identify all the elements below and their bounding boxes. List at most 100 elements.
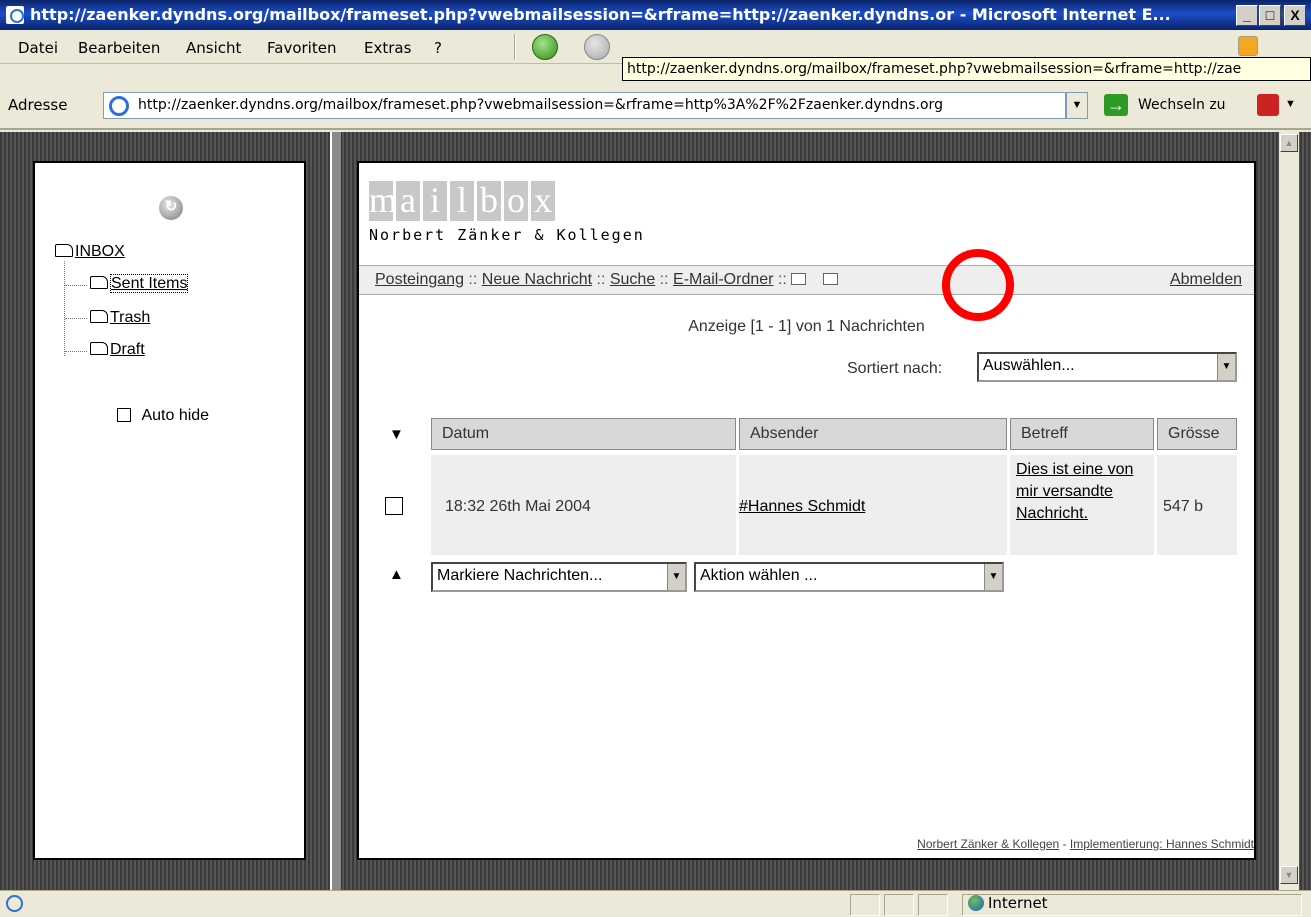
sort-asc-icon[interactable]: ▲ [389, 566, 404, 583]
menu-help[interactable]: ? [434, 39, 442, 57]
maximize-button[interactable]: □ [1259, 5, 1281, 26]
menu-ansicht[interactable]: Ansicht [186, 39, 241, 57]
status-pane [918, 894, 948, 916]
nav-separator: :: [596, 271, 606, 288]
scroll-up-icon[interactable]: ▲ [1280, 134, 1298, 152]
address-url: http://zaenker.dyndns.org/mailbox/frames… [138, 97, 943, 113]
message-count: Anzeige [1 - 1] von 1 Nachrichten [688, 318, 925, 335]
message-date: 18:32 26th Mai 2004 [431, 455, 736, 555]
menu-bearbeiten[interactable]: Bearbeiten [78, 39, 160, 57]
message-sender-link[interactable]: #Hannes Schmidt [739, 498, 865, 515]
message-checkbox[interactable] [385, 497, 403, 515]
folder-frame: ↻ INBOX Sent Items Trash Draft Auto hide [33, 161, 306, 860]
status-pane [850, 894, 880, 916]
footer-impl-link[interactable]: Implementierung: Hannes Schmidt [1070, 837, 1254, 851]
mark-messages-select[interactable]: Markiere Nachrichten... ▼ [431, 562, 687, 592]
page-status-icon [6, 895, 23, 912]
tree-branch [65, 285, 87, 286]
sort-desc-icon[interactable]: ▼ [389, 426, 404, 443]
nav-new-message-link[interactable]: Neue Nachricht [482, 271, 592, 288]
footer-company-link[interactable]: Norbert Zänker & Kollegen [917, 837, 1059, 851]
folder-sent-items[interactable]: Sent Items [90, 274, 189, 293]
close-button[interactable]: X [1284, 5, 1306, 26]
go-button[interactable]: Wechseln zu [1138, 97, 1226, 113]
menu-extras[interactable]: Extras [364, 39, 411, 57]
broken-image-icon[interactable] [822, 273, 838, 285]
folder-icon [90, 310, 108, 323]
ie-icon [6, 6, 24, 24]
tree-line [64, 261, 65, 356]
nav-folders-link[interactable]: E-Mail-Ordner [673, 271, 773, 288]
chevron-down-icon[interactable]: ▼ [1217, 354, 1235, 380]
page-viewport: ↻ INBOX Sent Items Trash Draft Auto hide [0, 132, 1311, 890]
auto-hide-checkbox[interactable] [117, 408, 131, 422]
address-input[interactable]: http://zaenker.dyndns.org/mailbox/frames… [103, 92, 1066, 119]
mail-frame: m a i l b o x Norbert Zänker & Kollegen … [357, 161, 1256, 860]
status-bar: Internet [0, 890, 1311, 917]
toolbar-separator [514, 34, 516, 60]
folder-label[interactable]: Trash [110, 309, 150, 326]
go-arrow-icon[interactable]: → [1104, 94, 1128, 116]
tree-branch [65, 351, 87, 352]
menu-datei[interactable]: Datei [18, 39, 58, 57]
mailbox-logo: m a i l b o x [369, 181, 555, 225]
sort-label: Sortiert nach: [847, 360, 943, 377]
pdf-icon[interactable] [1257, 94, 1279, 116]
scroll-down-icon[interactable]: ▼ [1280, 866, 1298, 884]
refresh-icon[interactable]: ↻ [159, 196, 183, 220]
column-header-date[interactable]: Datum [431, 418, 736, 450]
back-icon[interactable] [532, 34, 558, 60]
nav-inbox-link[interactable]: Posteingang [375, 271, 464, 288]
sort-select[interactable]: Auswählen... ▼ [977, 352, 1237, 382]
nav-separator: :: [468, 271, 478, 288]
page-icon [109, 96, 129, 116]
logo-letter: l [450, 181, 474, 221]
logo-letter: b [477, 181, 501, 221]
sort-select-value: Auswählen... [983, 357, 1075, 374]
logout-link[interactable]: Abmelden [1170, 271, 1242, 289]
mark-select-value: Markiere Nachrichten... [437, 567, 603, 584]
logo-letter: o [504, 181, 528, 221]
logo-letter: x [531, 181, 555, 221]
logo-letter: i [423, 181, 447, 221]
folder-icon [55, 244, 73, 257]
folder-label[interactable]: Sent Items [110, 274, 189, 293]
zone-label: Internet [988, 894, 1048, 912]
folder-inbox[interactable]: INBOX [55, 243, 125, 261]
folder-draft[interactable]: Draft [90, 341, 145, 359]
action-select[interactable]: Aktion wählen ... ▼ [694, 562, 1004, 592]
column-header-subject[interactable]: Betreff [1010, 418, 1154, 450]
nav-separator: :: [777, 271, 787, 288]
column-header-size[interactable]: Grösse [1157, 418, 1237, 450]
folder-icon [90, 342, 108, 355]
column-header-sender[interactable]: Absender [739, 418, 1007, 450]
page-footer: Norbert Zänker & Kollegen - Implementier… [917, 837, 1254, 851]
message-size: 547 b [1157, 455, 1237, 555]
menu-favoriten[interactable]: Favoriten [267, 39, 336, 57]
folder-trash[interactable]: Trash [90, 309, 150, 327]
vertical-scrollbar[interactable]: ▲ ▼ [1279, 132, 1299, 890]
title-bar[interactable]: http://zaenker.dyndns.org/mailbox/frames… [0, 0, 1311, 30]
pdf-dropdown-icon[interactable]: ▼ [1285, 98, 1296, 110]
globe-icon [968, 895, 984, 911]
window-title: http://zaenker.dyndns.org/mailbox/frames… [30, 5, 1171, 24]
chevron-down-icon[interactable]: ▼ [984, 564, 1002, 590]
nav-search-link[interactable]: Suche [610, 271, 655, 288]
status-pane [884, 894, 914, 916]
url-tooltip: http://zaenker.dyndns.org/mailbox/frames… [622, 57, 1311, 81]
chevron-down-icon[interactable]: ▼ [667, 564, 685, 590]
forward-icon[interactable] [584, 34, 610, 60]
address-dropdown-icon[interactable]: ▼ [1066, 92, 1088, 119]
minimize-button[interactable]: _ [1236, 5, 1258, 26]
broken-image-icon[interactable] [791, 273, 807, 285]
address-bar: Adresse http://zaenker.dyndns.org/mailbo… [0, 86, 1311, 130]
logo-letter: a [396, 181, 420, 221]
annotation-circle [942, 249, 1014, 321]
security-zone: Internet [968, 894, 1048, 912]
frame-splitter[interactable] [330, 132, 342, 890]
auto-hide-option[interactable]: Auto hide [117, 407, 209, 425]
folder-label[interactable]: INBOX [75, 243, 125, 260]
message-subject-link[interactable]: Dies ist eine von mir versandte Nachrich… [1016, 461, 1133, 522]
folder-label[interactable]: Draft [110, 341, 145, 358]
tree-branch [65, 318, 87, 319]
